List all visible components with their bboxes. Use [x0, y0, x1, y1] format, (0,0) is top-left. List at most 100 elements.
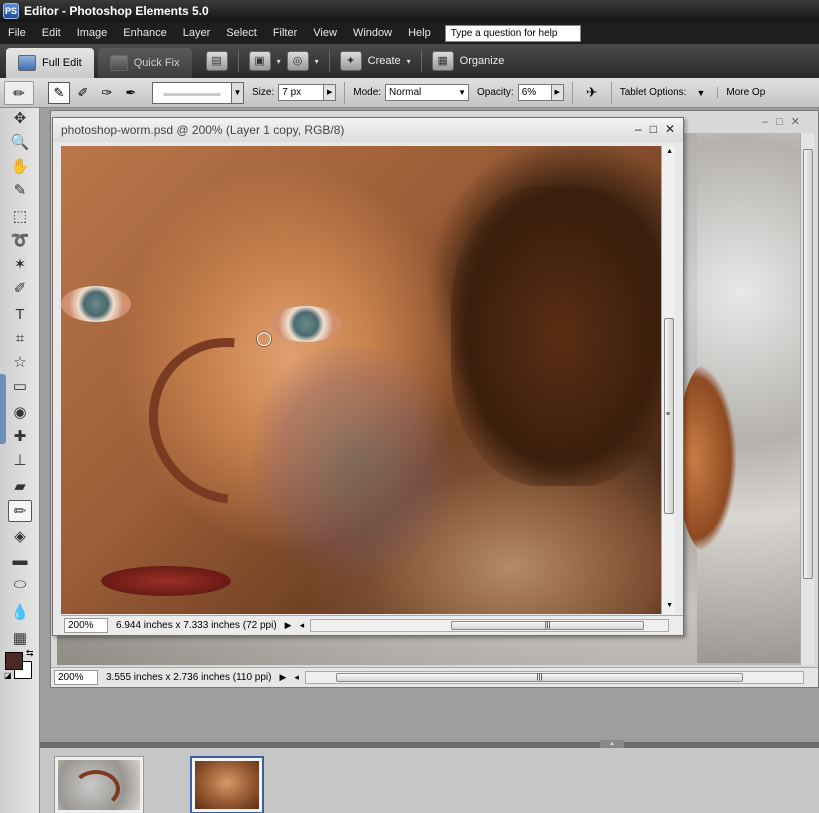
hand-tool-icon[interactable]: ✋ — [8, 156, 32, 178]
menu-enhance[interactable]: Enhance — [115, 22, 174, 44]
more-options-button[interactable]: More Op — [717, 87, 765, 98]
eraser-tool-icon[interactable]: ▰ — [8, 476, 32, 498]
background-horizontal-scrollbar[interactable]: ||| — [304, 671, 804, 684]
blend-mode-select[interactable]: Normal ▼ — [385, 84, 470, 101]
minimize-icon[interactable]: – — [635, 122, 642, 136]
clone-stamp-tool-icon[interactable]: ⊥ — [8, 450, 32, 472]
opacity-input[interactable]: 6% — [517, 84, 552, 101]
opacity-slider-icon[interactable]: ▶ — [551, 84, 564, 101]
menu-filter[interactable]: Filter — [265, 22, 305, 44]
current-tool-brush-icon[interactable]: ✏ — [4, 80, 34, 105]
menu-file[interactable]: File — [0, 22, 34, 44]
scroll-up-icon[interactable]: ▲ — [666, 148, 673, 155]
tablet-options-label[interactable]: Tablet Options: — [620, 87, 687, 98]
brush-preset-picker[interactable] — [152, 81, 232, 104]
zoom-tool-icon[interactable]: 🔍 — [8, 132, 32, 154]
healing-brush-tool-icon[interactable]: ✚ — [8, 426, 32, 448]
right-eye — [271, 306, 341, 342]
cookie-cutter-tool-icon[interactable]: ☆ — [8, 352, 32, 374]
worm-thumbnail[interactable] — [54, 756, 144, 813]
brush-size-input[interactable]: 7 px — [278, 84, 325, 101]
pencil-icon[interactable]: ✒ — [120, 82, 142, 104]
chevron-down-icon[interactable]: ▾ — [277, 57, 281, 66]
impressionist-brush-icon[interactable]: ✐ — [72, 82, 94, 104]
airbrush-icon[interactable]: ✈ — [581, 82, 603, 104]
document-horizontal-scrollbar[interactable]: ||| — [310, 618, 669, 632]
document-window[interactable]: photoshop-worm.psd @ 200% (Layer 1 copy,… — [52, 117, 684, 636]
menu-window[interactable]: Window — [345, 22, 400, 44]
play-arrow-icon[interactable]: ▶ — [285, 620, 292, 631]
scroll-thumb[interactable]: ≡ — [664, 318, 674, 514]
brush-mode-icon[interactable]: ✎ — [48, 81, 70, 104]
paint-bucket-tool-icon[interactable]: ◈ — [8, 526, 32, 548]
photo-project-icon[interactable]: ▣ — [248, 51, 271, 71]
full-edit-icon — [18, 55, 36, 71]
scroll-down-icon[interactable]: ▼ — [666, 602, 673, 609]
create-icon[interactable]: ✦ — [339, 51, 362, 71]
print-icon[interactable]: ▤ — [205, 51, 228, 71]
scroll-thumb[interactable]: ||| — [451, 620, 644, 630]
create-button[interactable]: Create — [368, 55, 401, 67]
close-icon[interactable]: ✕ — [665, 122, 675, 136]
maximize-icon[interactable]: □ — [650, 122, 657, 136]
background-zoom-field[interactable]: 200% — [54, 670, 98, 685]
chevron-down-icon[interactable]: ▾ — [315, 57, 319, 66]
type-tool-icon[interactable]: T — [8, 304, 32, 326]
menu-edit[interactable]: Edit — [34, 22, 69, 44]
background-window-controls[interactable]: –□✕ — [762, 115, 808, 128]
brush-tool-icon[interactable]: ✏ — [8, 500, 32, 522]
title-bar: PS Editor - Photoshop Elements 5.0 — [0, 0, 819, 22]
organize-button[interactable]: Organize — [460, 55, 505, 67]
scroll-left-icon[interactable]: ◂ — [300, 620, 305, 631]
toolbox-side-tab[interactable] — [0, 374, 6, 444]
shortcut-separator — [420, 50, 422, 72]
chevron-down-icon[interactable]: ▾ — [407, 57, 411, 66]
portrait-thumbnail[interactable] — [190, 756, 264, 813]
shape-tool-icon[interactable]: ⬭ — [8, 574, 32, 596]
play-arrow-icon[interactable]: ▶ — [279, 672, 286, 683]
lips-area — [101, 566, 231, 596]
background-vertical-scrollbar[interactable] — [800, 133, 814, 665]
move-tool-icon[interactable]: ✥ — [8, 108, 32, 130]
chevron-down-icon[interactable]: ▼ — [232, 81, 244, 104]
tab-full-edit[interactable]: Full Edit — [6, 48, 94, 78]
blur-tool-icon[interactable]: 💧 — [8, 602, 32, 624]
lasso-tool-icon[interactable]: ➰ — [8, 230, 32, 252]
scroll-thumb[interactable]: ||| — [335, 673, 743, 682]
crop-tool-icon[interactable]: ⌗ — [8, 328, 32, 350]
document-canvas[interactable] — [61, 146, 661, 614]
app-icon: PS — [3, 3, 19, 19]
straighten-tool-icon[interactable]: ▭ — [8, 376, 32, 398]
chevron-down-icon[interactable]: ▼ — [696, 88, 705, 98]
red-eye-tool-icon[interactable]: ◉ — [8, 402, 32, 424]
sponge-tool-icon[interactable]: ▦ — [8, 628, 32, 650]
document-vertical-scrollbar[interactable]: ≡ — [661, 146, 675, 614]
eyedropper-tool-icon[interactable]: ✎ — [8, 180, 32, 202]
scroll-thumb[interactable] — [803, 149, 813, 579]
brush-cursor — [257, 332, 271, 346]
scroll-left-icon[interactable]: ◂ — [294, 672, 299, 683]
collapse-bin-icon[interactable]: ▲ — [600, 740, 624, 748]
photoshop-elements-editor: PS Editor - Photoshop Elements 5.0 File … — [0, 0, 819, 813]
menu-help[interactable]: Help — [400, 22, 439, 44]
tab-quick-fix[interactable]: Quick Fix — [97, 48, 192, 78]
marquee-tool-icon[interactable]: ⬚ — [8, 206, 32, 228]
default-colors-icon[interactable]: ◪ — [4, 671, 12, 680]
color-replacement-icon[interactable]: ✑ — [96, 82, 118, 104]
gradient-tool-icon[interactable]: ▬ — [8, 550, 32, 572]
menu-view[interactable]: View — [305, 22, 345, 44]
size-slider-icon[interactable]: ▶ — [324, 84, 337, 101]
magic-wand-tool-icon[interactable]: ✶ — [8, 254, 32, 276]
options-separator — [610, 81, 612, 104]
blend-mode-value: Normal — [389, 87, 422, 98]
menu-select[interactable]: Select — [218, 22, 265, 44]
selection-brush-tool-icon[interactable]: ✐ — [8, 278, 32, 300]
menu-image[interactable]: Image — [69, 22, 116, 44]
document-zoom-field[interactable]: 200% — [64, 617, 108, 633]
foreground-color-swatch[interactable] — [5, 652, 23, 670]
menu-layer[interactable]: Layer — [175, 22, 219, 44]
organize-icon[interactable]: ▦ — [431, 51, 454, 71]
document-title: photoshop-worm.psd @ 200% (Layer 1 copy,… — [53, 118, 683, 142]
share-icon[interactable]: ◎ — [286, 51, 309, 71]
help-search-input[interactable]: Type a question for help — [444, 24, 581, 42]
